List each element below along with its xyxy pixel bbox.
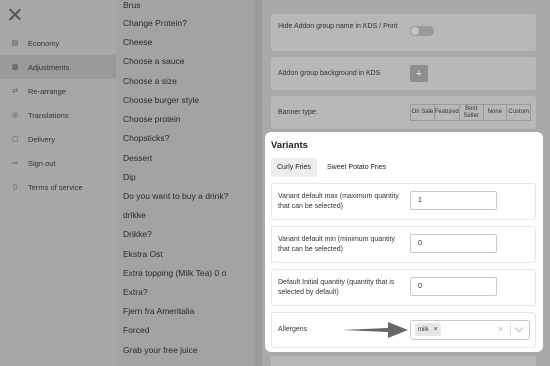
banner-option-featured[interactable]: Featured xyxy=(435,105,460,120)
hide-name-toggle[interactable] xyxy=(410,26,434,36)
variant-min-label: Variant default min (minimum quantity th… xyxy=(278,236,395,253)
list-item[interactable]: Cheese xyxy=(123,37,152,47)
sidebar-item-label: Terms of service xyxy=(28,182,83,192)
background-label: Addon group background in KDS xyxy=(278,70,381,77)
sidebar-item-label: Sign out xyxy=(28,158,56,168)
shuffle-icon: ⇄ xyxy=(12,88,18,95)
sign-out-icon: ⇨ xyxy=(12,160,18,167)
initial-quantity-label: Default Initial quantity (quantity that … xyxy=(278,279,395,296)
list-item[interactable]: Extra? xyxy=(123,287,148,297)
tab-curly-fries[interactable]: Curly Fries xyxy=(271,158,317,177)
truck-icon: ▢ xyxy=(11,136,19,143)
sidebar-item-label: Translations xyxy=(28,110,69,120)
banner-option-custom[interactable]: Custom xyxy=(507,105,530,120)
allergen-chip: milk × xyxy=(415,323,441,336)
banner-option-best-seller[interactable]: Best Seller xyxy=(460,105,484,120)
variant-max-input[interactable]: 1 xyxy=(410,191,497,210)
pane-divider[interactable] xyxy=(254,0,262,366)
hide-name-label: Hide Addon group name in KDS / Print xyxy=(278,23,398,30)
next-setting-card xyxy=(271,356,536,366)
sidebar-item-adjustments[interactable]: ▩ Adjustments xyxy=(0,55,116,79)
allergen-chip-label: milk xyxy=(418,326,429,333)
list-item[interactable]: Extra topping (Milk Tea) 0 o xyxy=(123,268,226,278)
variant-max-label: Variant default max (maximum quantity th… xyxy=(278,193,399,210)
sidebar-item-re-arrange[interactable]: ⇄ Re-arrange xyxy=(0,79,116,103)
list-item[interactable]: Choose a sauce xyxy=(123,56,184,66)
select-separator xyxy=(510,323,511,336)
variant-min-input[interactable]: 0 xyxy=(410,234,497,253)
hide-name-card xyxy=(271,14,536,51)
pointer-arrow-icon xyxy=(342,322,408,338)
list-item[interactable]: Choose a size xyxy=(123,76,177,86)
sidebar-item-terms[interactable]: ▯ Terms of service xyxy=(0,175,116,199)
sidebar-item-sign-out[interactable]: ⇨ Sign out xyxy=(0,151,116,175)
sidebar-item-label: Economy xyxy=(28,38,60,48)
add-background-button[interactable]: + xyxy=(410,65,428,82)
list-item[interactable]: Choose burger style xyxy=(123,95,199,105)
list-item[interactable]: drikke xyxy=(123,210,146,220)
list-item[interactable]: Forced xyxy=(123,325,149,335)
list-item[interactable]: Do you want to buy a drink? xyxy=(123,191,228,201)
banner-type-selector: On Sale Featured Best Seller None Custom xyxy=(410,104,531,121)
list-item[interactable]: Dip xyxy=(123,172,136,182)
sidebar-item-label: Adjustments xyxy=(28,62,70,72)
list-item[interactable]: Fjern fra Ameritalia xyxy=(123,306,194,316)
sidebar-item-economy[interactable]: ▤ Economy xyxy=(0,31,116,55)
list-item[interactable]: Chopsticks? xyxy=(123,133,169,143)
chip-remove-icon[interactable]: × xyxy=(434,326,438,333)
list-item[interactable]: Ekstra Ost xyxy=(123,249,163,259)
close-icon[interactable] xyxy=(8,7,22,21)
variants-title: Variants xyxy=(271,140,308,151)
clear-icon[interactable]: × xyxy=(498,324,503,334)
list-item[interactable]: Grab your free juice xyxy=(123,345,198,355)
sliders-icon: ▩ xyxy=(11,64,19,71)
list-item[interactable]: Dessert xyxy=(123,153,152,163)
tab-sweet-potato-fries[interactable]: Sweet Potato Fries xyxy=(321,158,392,177)
ledger-icon: ▤ xyxy=(11,40,19,47)
sidebar-item-translations[interactable]: ◎ Translations xyxy=(0,103,116,127)
globe-icon: ◎ xyxy=(11,112,19,119)
banner-option-none[interactable]: None xyxy=(484,105,508,120)
allergens-label: Allergens xyxy=(278,326,308,333)
document-icon: ▯ xyxy=(13,184,17,191)
list-item[interactable]: Brus xyxy=(123,0,140,10)
sidebar-item-label: Delivery xyxy=(28,134,56,144)
sidebar-item-delivery[interactable]: ▢ Delivery xyxy=(0,127,116,151)
banner-label: Banner type: xyxy=(278,109,318,116)
list-item[interactable]: Choose protein xyxy=(123,114,181,124)
sidebar-item-label: Re-arrange xyxy=(28,86,66,96)
list-item[interactable]: Change Protein? xyxy=(123,18,187,28)
list-item[interactable]: Drikke? xyxy=(123,229,152,239)
initial-quantity-input[interactable]: 0 xyxy=(410,277,497,296)
banner-option-on-sale[interactable]: On Sale xyxy=(411,105,435,120)
